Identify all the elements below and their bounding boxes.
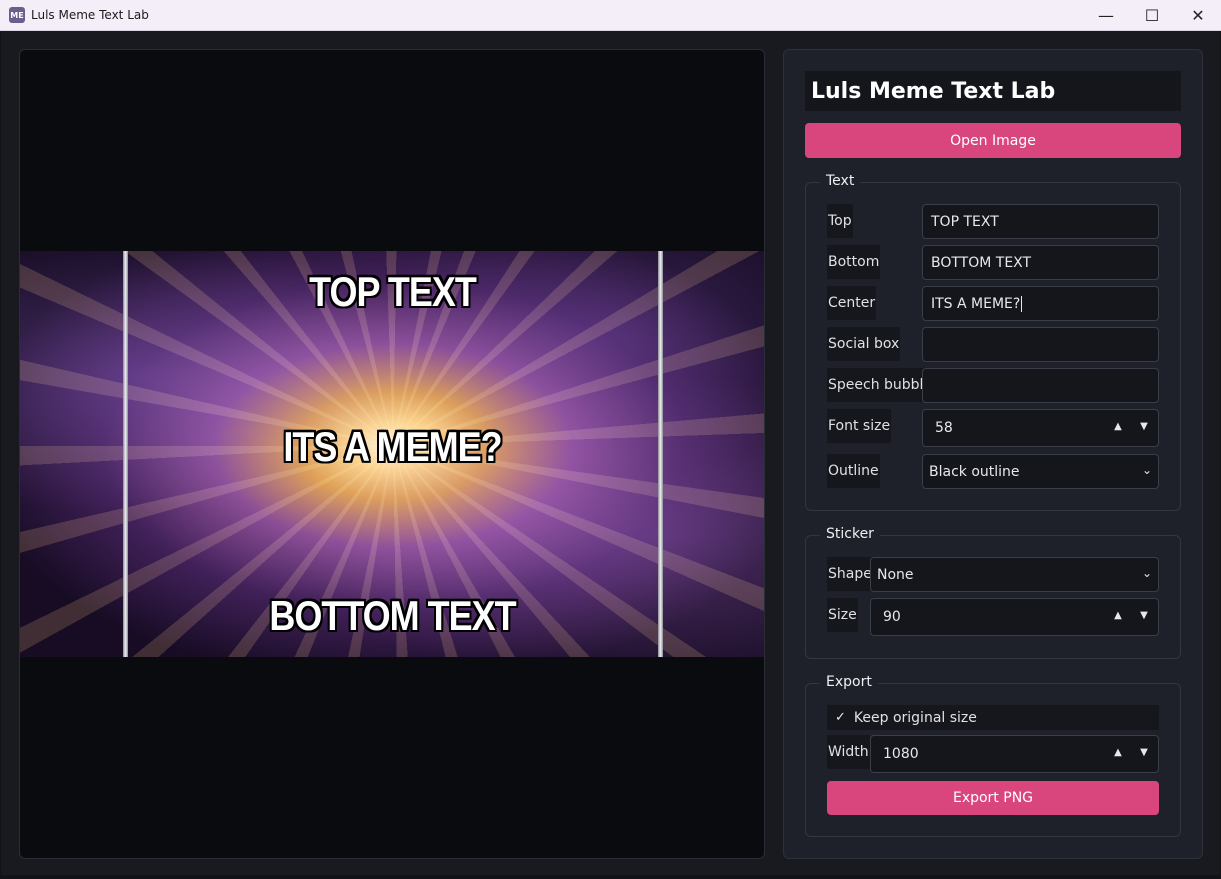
text-group: Text Top TOP TEXT Bottom BOTTOM TEXT Cen… (805, 173, 1181, 511)
meme-preview-panel: TOP TEXT ITS A MEME? BOTTOM TEXT (19, 49, 765, 859)
outline-label: Outline (827, 454, 880, 488)
open-image-button[interactable]: Open Image (805, 123, 1181, 158)
bottom-label: Bottom (827, 245, 881, 279)
arrow-up-icon[interactable]: ▲ (1108, 416, 1128, 436)
keep-original-size-label: Keep original size (853, 709, 977, 726)
meme-center-text: ITS A MEME? (283, 422, 502, 470)
width-label: Width (827, 735, 870, 769)
meme-bottom-text: BOTTOM TEXT (269, 591, 516, 639)
arrow-down-icon[interactable]: ▼ (1134, 742, 1154, 762)
font-size-value: 58 (935, 420, 953, 436)
shape-select[interactable]: None ⌄ (870, 557, 1159, 592)
close-button[interactable]: ✕ (1175, 0, 1221, 31)
bottom-text-input[interactable]: BOTTOM TEXT (922, 245, 1159, 280)
shape-value: None (877, 566, 914, 583)
keep-original-size-checkbox[interactable]: ✓ Keep original size (827, 705, 1159, 730)
outline-select[interactable]: Black outline ⌄ (922, 454, 1159, 489)
arrow-up-icon[interactable]: ▲ (1108, 605, 1128, 625)
minimize-button[interactable]: — (1083, 0, 1129, 31)
app-heading: Luls Meme Text Lab (805, 71, 1181, 111)
top-text-input[interactable]: TOP TEXT (922, 204, 1159, 239)
window-controls: — ☐ ✕ (1083, 0, 1221, 31)
width-spinbox[interactable]: 1080 ▲ ▼ (870, 735, 1159, 773)
sticker-group: Sticker Shape None ⌄ Size 90 ▲ ▼ (805, 526, 1181, 659)
sticker-size-arrows: ▲ ▼ (1108, 605, 1154, 625)
arrow-up-icon[interactable]: ▲ (1108, 742, 1128, 762)
width-value: 1080 (883, 746, 919, 762)
maximize-button[interactable]: ☐ (1129, 0, 1175, 31)
export-group: Export ✓ Keep original size Width 1080 ▲… (805, 674, 1181, 837)
sticker-size-spinbox[interactable]: 90 ▲ ▼ (870, 598, 1159, 636)
center-label: Center (827, 286, 877, 320)
shape-label: Shape (827, 557, 873, 591)
top-label: Top (827, 204, 853, 238)
window-title: Luls Meme Text Lab (31, 8, 149, 22)
meme-image: TOP TEXT ITS A MEME? BOTTOM TEXT (20, 251, 764, 657)
speech-bubble-label: Speech bubble (827, 368, 934, 402)
width-arrows: ▲ ▼ (1108, 742, 1154, 762)
size-label: Size (827, 598, 858, 632)
sticker-size-value: 90 (883, 609, 901, 625)
main-area: TOP TEXT ITS A MEME? BOTTOM TEXT Luls Me… (1, 31, 1220, 875)
font-size-label: Font size (827, 409, 892, 443)
arrow-down-icon[interactable]: ▼ (1134, 416, 1154, 436)
arrow-down-icon[interactable]: ▼ (1134, 605, 1154, 625)
title-bar: ME Luls Meme Text Lab — ☐ ✕ (0, 0, 1221, 31)
bottom-text-value: BOTTOM TEXT (931, 254, 1032, 271)
check-icon: ✓ (835, 710, 846, 725)
speech-bubble-input[interactable] (922, 368, 1159, 403)
chevron-down-icon: ⌄ (1141, 463, 1152, 477)
text-caret (1021, 295, 1023, 312)
social-box-label: Social box (827, 327, 901, 361)
controls-panel: Luls Meme Text Lab Open Image Text Top T… (783, 49, 1203, 859)
center-text-input[interactable]: ITS A MEME? (922, 286, 1159, 321)
center-text-value: ITS A MEME? (931, 295, 1021, 312)
top-text-value: TOP TEXT (931, 213, 999, 230)
social-box-input[interactable] (922, 327, 1159, 362)
export-group-title: Export (820, 674, 878, 690)
export-png-button[interactable]: Export PNG (827, 781, 1159, 815)
text-group-title: Text (820, 173, 861, 189)
font-size-arrows: ▲ ▼ (1108, 416, 1154, 436)
outline-value: Black outline (929, 463, 1020, 480)
sticker-group-title: Sticker (820, 526, 880, 542)
meme-top-text: TOP TEXT (309, 267, 477, 315)
chevron-down-icon: ⌄ (1141, 566, 1152, 580)
font-size-spinbox[interactable]: 58 ▲ ▼ (922, 409, 1159, 447)
app-icon: ME (9, 7, 25, 23)
